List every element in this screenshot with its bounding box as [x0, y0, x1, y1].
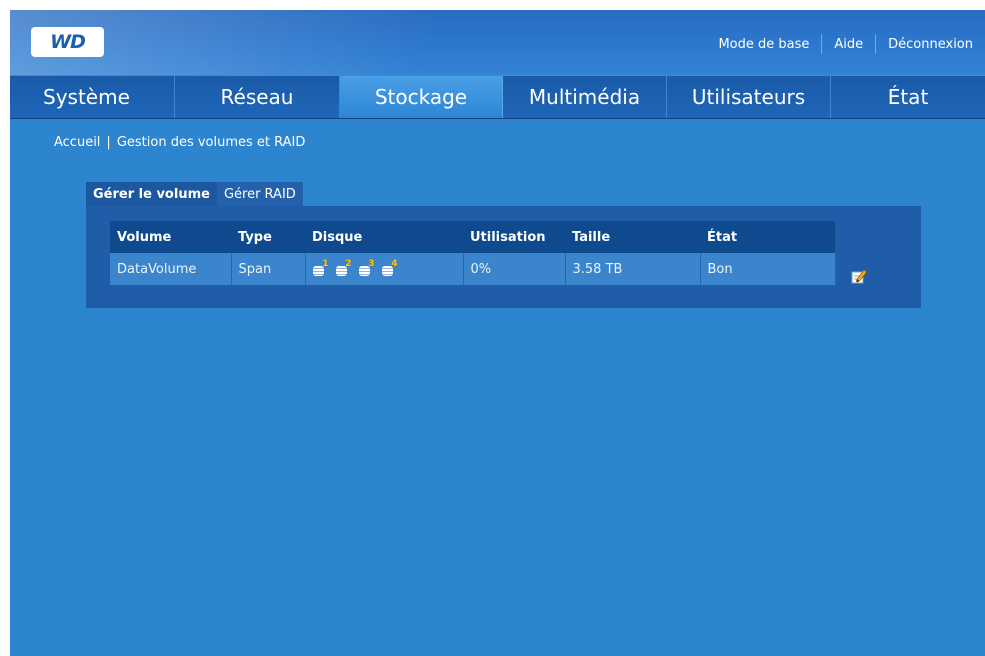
disk-number: 4: [391, 258, 398, 269]
disk-number: 3: [368, 258, 375, 269]
breadcrumb-separator: |: [106, 135, 111, 150]
cell-size: 3.58 TB: [565, 253, 701, 285]
volume-subtabs: Gérer le volume Gérer RAID: [86, 182, 303, 206]
subtab-manage-volume[interactable]: Gérer le volume: [86, 182, 217, 206]
cell-disks: 1 2 3 4: [305, 253, 464, 285]
table-row[interactable]: DataVolume Span 1 2 3 4 0% 3.58 TB Bon: [110, 253, 836, 285]
disk-stack-icon: 1: [312, 258, 329, 277]
disk-stack-icon: 4: [381, 258, 398, 277]
table-header-row: Volume Type Disque Utilisation Taille Ét…: [110, 221, 835, 253]
tab-system[interactable]: Système: [10, 76, 175, 118]
tab-users[interactable]: Utilisateurs: [667, 76, 831, 118]
column-size: Taille: [565, 221, 700, 253]
breadcrumb: Accueil | Gestion des volumes et RAID: [54, 135, 305, 150]
column-disk: Disque: [305, 221, 463, 253]
disk-stack-icon: 2: [335, 258, 352, 277]
tab-multimedia[interactable]: Multimédia: [503, 76, 667, 118]
wd-logo[interactable]: WD: [31, 27, 104, 57]
disk-number: 1: [322, 258, 329, 269]
main-nav-tabs: Système Réseau Stockage Multimédia Utili…: [10, 75, 985, 119]
header-bar: WD Mode de base Aide Déconnexion: [10, 10, 985, 75]
help-link[interactable]: Aide: [822, 37, 875, 52]
breadcrumb-current: Gestion des volumes et RAID: [116, 135, 306, 150]
tab-network[interactable]: Réseau: [175, 76, 340, 118]
tab-storage[interactable]: Stockage: [340, 76, 503, 118]
column-status: État: [700, 221, 835, 253]
breadcrumb-home[interactable]: Accueil: [54, 135, 100, 150]
cell-volume: DataVolume: [110, 253, 232, 285]
cell-status: Bon: [700, 253, 836, 285]
logo-text: WD: [50, 31, 86, 53]
column-usage: Utilisation: [463, 221, 565, 253]
disk-stack-icon: 3: [358, 258, 375, 277]
disk-number: 2: [345, 258, 352, 269]
cell-usage: 0%: [463, 253, 566, 285]
column-volume: Volume: [110, 221, 231, 253]
basic-mode-link[interactable]: Mode de base: [706, 37, 821, 52]
edit-icon[interactable]: [851, 268, 867, 284]
tab-status[interactable]: État: [831, 76, 985, 118]
column-type: Type: [231, 221, 305, 253]
volumes-table: Volume Type Disque Utilisation Taille Ét…: [110, 221, 836, 285]
top-links: Mode de base Aide Déconnexion: [706, 34, 985, 54]
cell-type: Span: [231, 253, 306, 285]
subtab-manage-raid[interactable]: Gérer RAID: [216, 182, 303, 206]
app-frame: WD Mode de base Aide Déconnexion Système…: [10, 10, 985, 656]
logout-link[interactable]: Déconnexion: [876, 37, 985, 52]
